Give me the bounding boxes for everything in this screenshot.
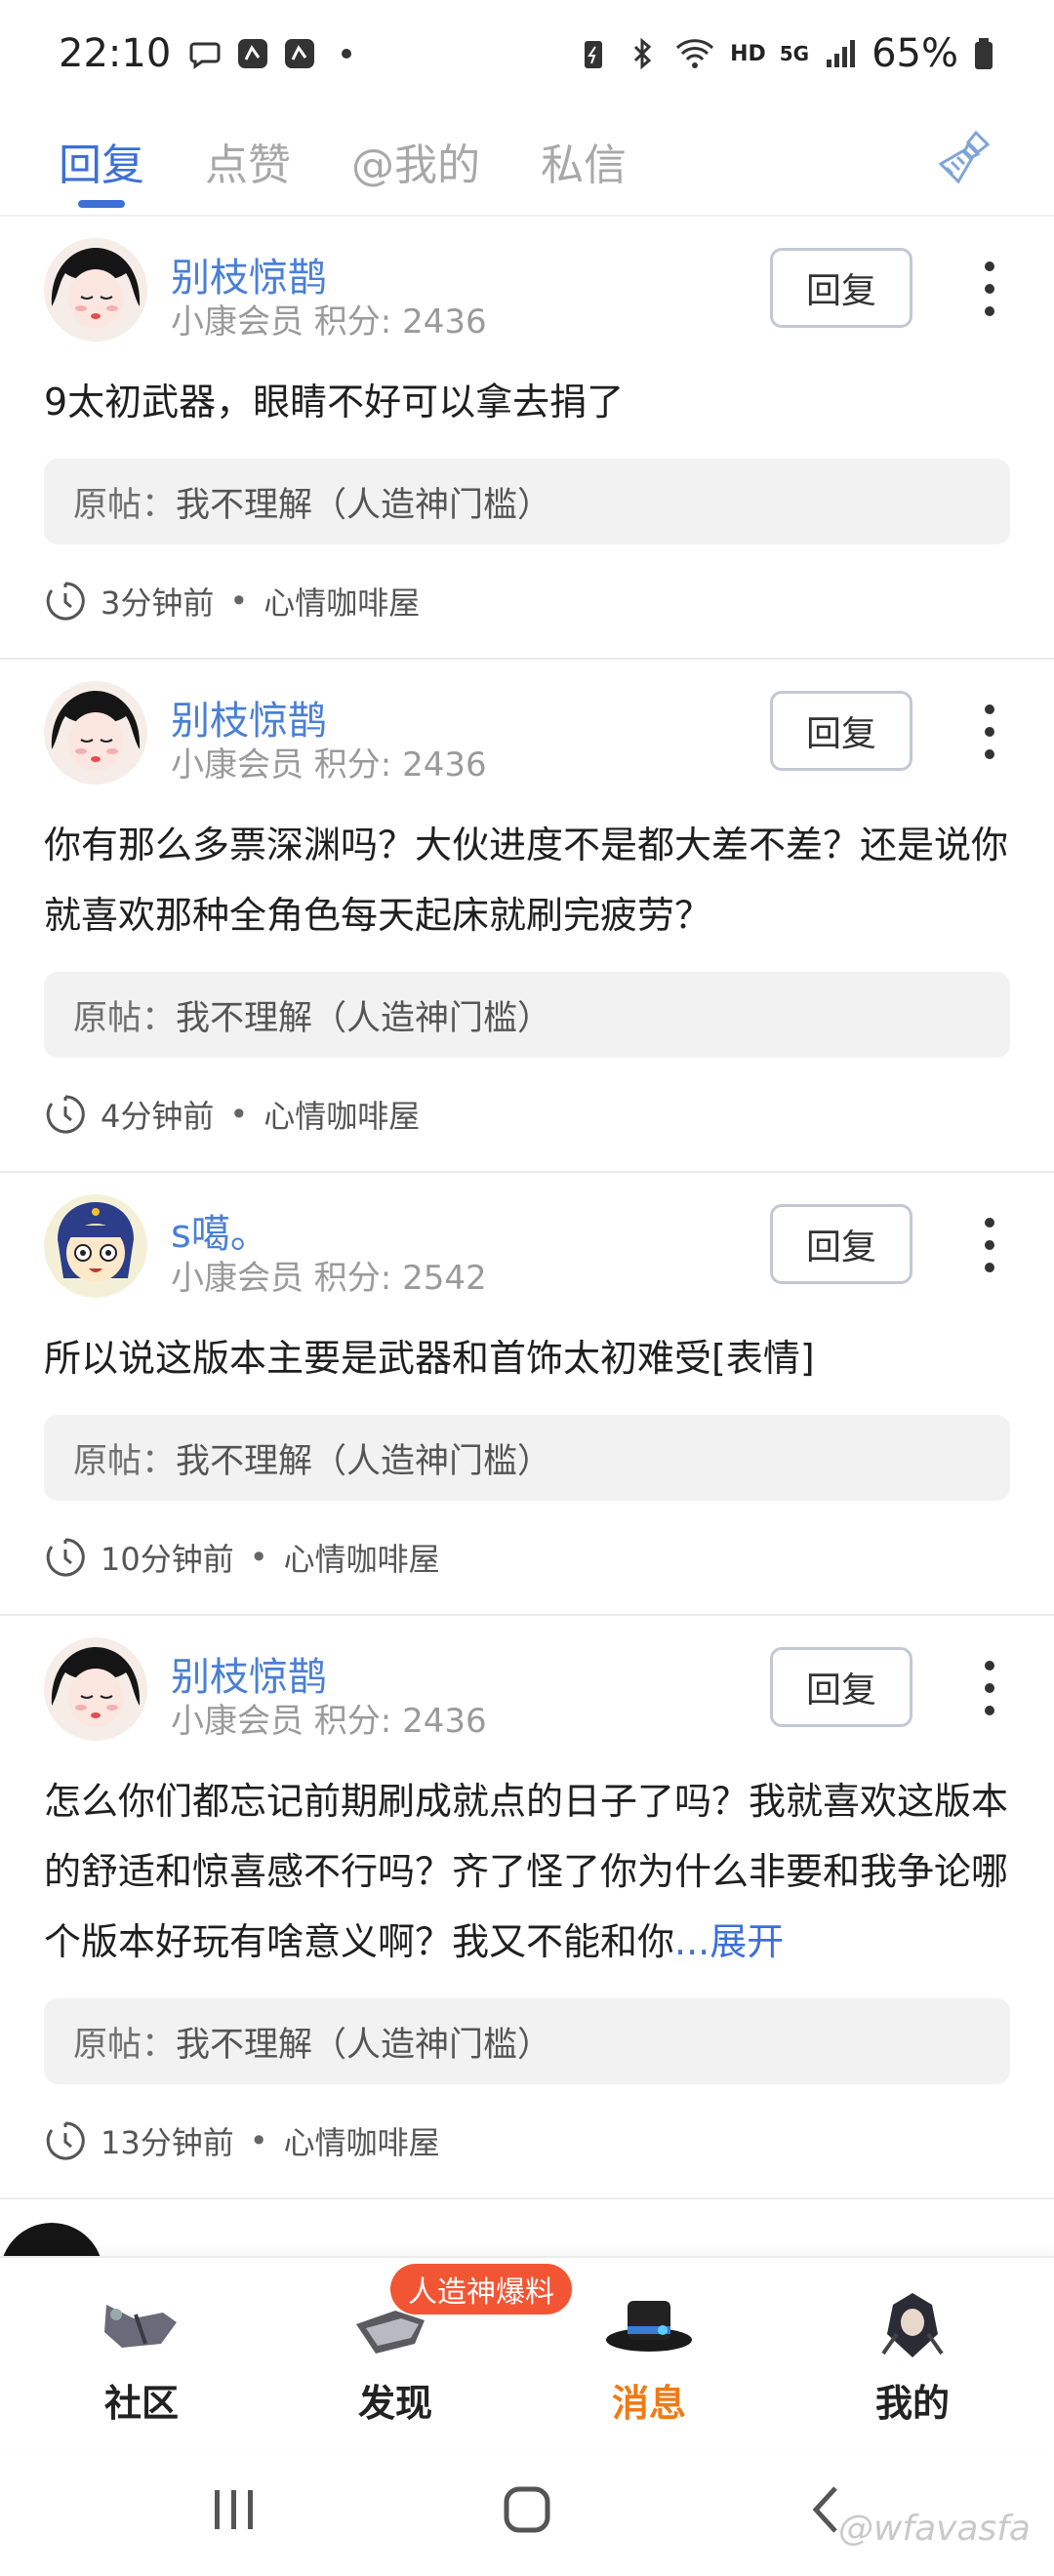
home-icon[interactable]: [502, 2484, 552, 2535]
message-icon: [606, 2301, 692, 2352]
clear-broom-icon[interactable]: [933, 127, 995, 189]
clock-icon: [46, 1538, 85, 1577]
profile-icon: [881, 2293, 944, 2357]
reply-content: 9太初武器，眼睛不好可以拿去捐了: [44, 381, 625, 423]
nav-profile[interactable]: 我的: [781, 2258, 1044, 2453]
reply-content: 所以说这版本主要是武器和首饰太初难受[表情]: [44, 1337, 815, 1380]
reply-footer: 10分钟前 • 心情咖啡屋: [44, 1501, 1010, 1614]
dot-icon: [342, 49, 352, 59]
hd-label: HD: [730, 41, 766, 66]
nav-label: 我的: [874, 2382, 950, 2425]
avatar[interactable]: [44, 1637, 147, 1741]
expand-link[interactable]: ...展开: [674, 1920, 784, 1963]
reply-button[interactable]: 回复: [770, 1204, 912, 1284]
reply-footer: 13分钟前 • 心情咖啡屋: [44, 2084, 1010, 2197]
nav-label: 消息: [611, 2382, 686, 2425]
original-post-label: 原帖：: [73, 998, 177, 1038]
nav-community[interactable]: 社区: [10, 2258, 273, 2453]
reply-list: 别枝惊鹊 小康会员 积分: 2436 回复 9太初武器，眼睛不好可以拿去捐了 原…: [0, 217, 1054, 2326]
network-label: 5G: [779, 42, 810, 65]
board-name[interactable]: 心情咖啡屋: [264, 1092, 420, 1137]
reply-item[interactable]: 别枝惊鹊 小康会员 积分: 2436 回复 怎么你们都忘记前期刷成就点的日子了吗…: [0, 1616, 1054, 2199]
original-post-link[interactable]: 原帖： 我不理解（人造神门槛）: [44, 972, 1010, 1058]
avatar[interactable]: [44, 1194, 147, 1298]
original-post-title: 我不理解（人造神门槛）: [176, 485, 552, 525]
nav-label: 发现: [357, 2382, 432, 2425]
reply-button[interactable]: 回复: [770, 248, 912, 328]
tab-likes[interactable]: 点赞: [205, 106, 291, 216]
app-notification-icon: [238, 39, 268, 68]
board-name[interactable]: 心情咖啡屋: [264, 579, 420, 624]
reply-footer: 3分钟前 • 心情咖啡屋: [44, 544, 1010, 658]
tab-private-messages[interactable]: 私信: [541, 106, 627, 216]
wifi-icon: [676, 39, 714, 68]
user-meta: 小康会员 积分: 2436: [171, 302, 487, 342]
original-post-label: 原帖：: [73, 1441, 177, 1481]
board-name[interactable]: 心情咖啡屋: [284, 2118, 440, 2163]
reply-footer: 4分钟前 • 心情咖啡屋: [44, 1058, 1010, 1171]
reply-time: 13分钟前: [101, 2124, 234, 2161]
user-meta: 小康会员 积分: 2436: [171, 1702, 487, 1741]
recent-apps-icon[interactable]: [209, 2486, 260, 2533]
battery-percent: 65%: [872, 31, 958, 76]
avatar[interactable]: [44, 238, 147, 342]
original-post-title: 我不理解（人造神门槛）: [176, 998, 552, 1038]
reply-item[interactable]: 别枝惊鹊 小康会员 积分: 2436 回复 9太初武器，眼睛不好可以拿去捐了 原…: [0, 217, 1054, 660]
watermark: @wfavasfa: [837, 2509, 1031, 2549]
community-icon: [104, 2305, 177, 2348]
original-post-label: 原帖：: [73, 2025, 177, 2065]
tab-mentions[interactable]: @我的: [351, 106, 480, 216]
reply-item[interactable]: 别枝惊鹊 小康会员 积分: 2436 回复 你有那么多票深渊吗？大伙进度不是都大…: [0, 660, 1054, 1173]
chat-bubble-icon: [189, 42, 221, 69]
clock-icon: [46, 582, 85, 621]
avatar[interactable]: [44, 681, 147, 785]
battery-saver-icon: [585, 41, 603, 68]
original-post-link[interactable]: 原帖： 我不理解（人造神门槛）: [44, 1415, 1010, 1501]
original-post-link[interactable]: 原帖： 我不理解（人造神门槛）: [44, 459, 1010, 544]
original-post-label: 原帖：: [73, 485, 177, 525]
status-time: 22:10: [59, 31, 172, 76]
original-post-title: 我不理解（人造神门槛）: [176, 1441, 552, 1481]
message-tabs: 回复 点赞 @我的 私信: [0, 107, 1054, 217]
more-options-icon[interactable]: [983, 1218, 996, 1272]
reply-button[interactable]: 回复: [770, 1647, 912, 1727]
more-options-icon[interactable]: [983, 1661, 996, 1715]
system-navigation-bar: @wfavasfa: [0, 2451, 1054, 2576]
reply-time: 3分钟前: [101, 584, 215, 622]
reply-item[interactable]: s噶。 小康会员 积分: 2542 回复 所以说这版本主要是武器和首饰太初难受[…: [0, 1173, 1054, 1616]
status-bar: 22:10 HD 5G 65%: [0, 0, 1054, 107]
nav-label: 社区: [103, 2382, 179, 2425]
clock-icon: [46, 1095, 85, 1134]
tab-replies[interactable]: 回复: [59, 106, 144, 216]
clock-icon: [46, 2121, 85, 2160]
battery-icon: [975, 38, 993, 69]
board-name[interactable]: 心情咖啡屋: [284, 1535, 440, 1580]
user-meta: 小康会员 积分: 2436: [171, 745, 487, 785]
signal-icon: [827, 40, 856, 67]
reply-content: 你有那么多票深渊吗？大伙进度不是都大差不差？还是说你就喜欢那种全角色每天起床就刷…: [44, 824, 1009, 937]
reply-time: 10分钟前: [101, 1541, 234, 1578]
more-options-icon[interactable]: [983, 262, 996, 316]
original-post-title: 我不理解（人造神门槛）: [176, 2025, 552, 2065]
more-options-icon[interactable]: [983, 704, 996, 759]
reply-item-partial[interactable]: [0, 2199, 1054, 2326]
reply-content: 怎么你们都忘记前期刷成就点的日子了吗？我就喜欢这版本的舒适和惊喜感不行吗？齐了怪…: [44, 1780, 1009, 1963]
app-notification-icon: [285, 39, 315, 68]
bluetooth-icon: [634, 37, 652, 70]
reply-button[interactable]: 回复: [770, 691, 912, 771]
reply-time: 4分钟前: [101, 1098, 215, 1135]
user-meta: 小康会员 积分: 2542: [171, 1259, 487, 1298]
original-post-link[interactable]: 原帖： 我不理解（人造神门槛）: [44, 1998, 1010, 2084]
discover-badge[interactable]: 人造神爆料: [390, 2264, 572, 2314]
